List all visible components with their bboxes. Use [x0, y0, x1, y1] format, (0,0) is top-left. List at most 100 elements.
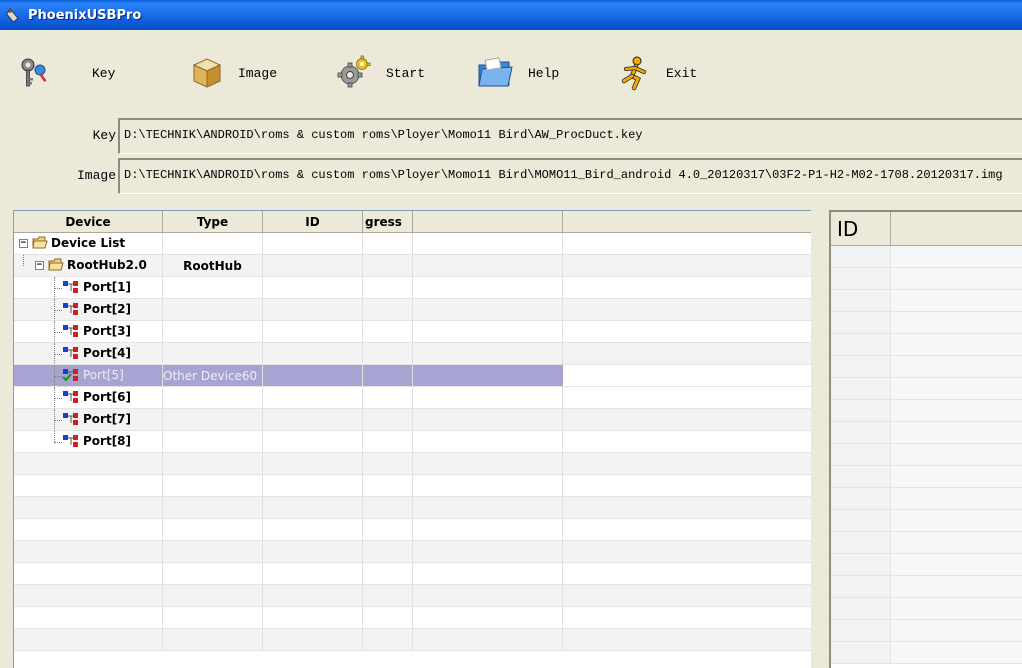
toolbar: Key Image Start Help Exit — [0, 42, 1022, 104]
start-button[interactable]: Start — [336, 42, 425, 104]
device-label: Port[3] — [83, 324, 132, 338]
type-cell — [163, 277, 263, 298]
device-rows: − Device List − RootHub2.0 RootHub Port[… — [14, 233, 811, 651]
help-button-label: Help — [528, 65, 560, 81]
device-label: RootHub2.0 — [67, 258, 147, 272]
empty-row — [14, 629, 811, 651]
progress-cell — [363, 233, 413, 254]
device-cell: Port[1] — [14, 277, 163, 298]
image-button[interactable]: Image — [190, 42, 277, 104]
type-cell — [163, 409, 263, 430]
usb-port-icon — [63, 347, 78, 359]
device-cell: Port[7] — [14, 409, 163, 430]
type-cell: RootHub — [163, 255, 263, 276]
column-id[interactable]: ID — [263, 211, 363, 233]
column-device[interactable]: Device — [14, 211, 163, 233]
empty-row — [831, 356, 1022, 378]
type-cell — [163, 321, 263, 342]
key-path-label: Key — [92, 128, 116, 143]
empty-row — [831, 400, 1022, 422]
type-cell: Other Device60 — [163, 365, 263, 386]
table-row[interactable]: Port[3] — [14, 321, 811, 343]
empty-row — [831, 642, 1022, 664]
empty-row — [831, 532, 1022, 554]
device-cell: Port[4] — [14, 343, 163, 364]
collapse-icon[interactable]: − — [19, 239, 28, 248]
empty-row — [831, 576, 1022, 598]
start-button-label: Start — [386, 65, 426, 81]
box-icon — [192, 58, 222, 88]
collapse-icon[interactable]: − — [35, 261, 44, 270]
device-cell: − Device List — [14, 233, 163, 254]
type-cell — [163, 431, 263, 452]
device-grid-header: Device Type ID gress — [14, 211, 811, 233]
image-path-row: Image D:\TECHNIK\ANDROID\roms & custom r… — [0, 158, 1022, 194]
column-progress[interactable]: gress — [363, 211, 413, 233]
usb-port-icon — [63, 391, 78, 403]
extra-cell — [413, 233, 563, 254]
device-cell: − RootHub2.0 — [14, 255, 163, 276]
empty-row — [831, 488, 1022, 510]
table-row[interactable]: Port[2] — [14, 299, 811, 321]
empty-row — [831, 620, 1022, 642]
column-id-right[interactable]: ID — [831, 212, 891, 245]
device-label: Port[5] — [83, 368, 124, 382]
key-button[interactable]: Key — [18, 42, 115, 104]
empty-row — [831, 290, 1022, 312]
progress-cell — [363, 255, 413, 276]
empty-row — [14, 607, 811, 629]
column-filler — [563, 211, 811, 233]
empty-row — [831, 246, 1022, 268]
empty-row — [831, 422, 1022, 444]
id-list-header: ID — [831, 212, 1022, 246]
title-bar: PhoenixUSBPro — [0, 0, 1022, 30]
image-path-label: Image — [76, 168, 116, 183]
key-path-row: Key D:\TECHNIK\ANDROID\roms & custom rom… — [0, 118, 1022, 154]
id-cell — [263, 233, 363, 254]
exit-button[interactable]: Exit — [618, 42, 697, 104]
empty-row — [831, 334, 1022, 356]
key-button-label: Key — [92, 65, 116, 81]
empty-row — [14, 585, 811, 607]
extra-cell — [413, 255, 563, 276]
table-row[interactable]: Port[4] — [14, 343, 811, 365]
usb-port-icon — [63, 435, 78, 447]
empty-row — [14, 541, 811, 563]
table-row[interactable]: − Device List — [14, 233, 811, 255]
empty-row — [14, 475, 811, 497]
device-label: Port[4] — [83, 346, 132, 360]
running-man-icon — [621, 56, 646, 91]
keys-icon — [21, 58, 47, 87]
column-type[interactable]: Type — [163, 211, 263, 233]
device-label: Port[7] — [83, 412, 132, 426]
table-row[interactable]: Port[6] — [14, 387, 811, 409]
usb-port-connected-icon — [62, 369, 78, 382]
empty-row — [831, 312, 1022, 334]
table-row[interactable]: Port[8] — [14, 431, 811, 453]
empty-row — [14, 563, 811, 585]
image-path-field[interactable]: D:\TECHNIK\ANDROID\roms & custom roms\Pl… — [118, 158, 1022, 194]
table-row-selected[interactable]: Port[5] Other Device60 — [14, 365, 811, 387]
column-extra[interactable] — [413, 211, 563, 233]
usb-port-icon — [63, 325, 78, 337]
empty-row — [831, 598, 1022, 620]
exit-button-label: Exit — [666, 65, 698, 81]
empty-row — [14, 497, 811, 519]
folder-icon — [32, 236, 48, 249]
key-path-field[interactable]: D:\TECHNIK\ANDROID\roms & custom roms\Pl… — [118, 118, 1022, 154]
help-button[interactable]: Help — [476, 42, 559, 104]
table-row[interactable]: − RootHub2.0 RootHub — [14, 255, 811, 277]
empty-row — [831, 444, 1022, 466]
table-row[interactable]: Port[1] — [14, 277, 811, 299]
device-grid[interactable]: Device Type ID gress − Device List − Roo… — [13, 210, 811, 668]
id-list-panel[interactable]: ID — [829, 210, 1022, 668]
device-cell: Port[5] — [14, 365, 163, 386]
folder-icon — [48, 258, 64, 271]
device-label: Port[2] — [83, 302, 132, 316]
device-label: Port[1] — [83, 280, 132, 294]
empty-row — [831, 554, 1022, 576]
type-cell — [163, 343, 263, 364]
device-label: Port[8] — [83, 434, 132, 448]
table-row[interactable]: Port[7] — [14, 409, 811, 431]
empty-row — [831, 268, 1022, 290]
